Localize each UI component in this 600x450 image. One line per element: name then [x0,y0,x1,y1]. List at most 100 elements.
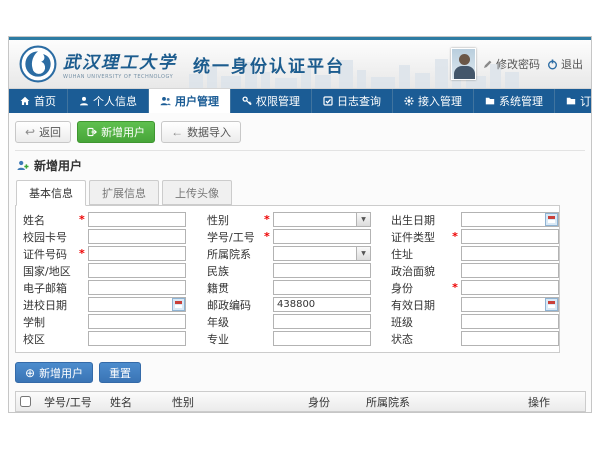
table-col-name: 姓名 [106,394,168,410]
postal-code-input[interactable] [273,297,371,312]
nav-item-system-mgmt[interactable]: 系统管理 [474,89,555,113]
campus-card-no-input-wrap [88,229,186,244]
table-col-identity: 身份 [304,394,362,410]
submit-add-user-button[interactable]: ⊕ 新增用户 [15,362,93,383]
basic-info-form: 姓名*性别*▼出生日期校园卡号学号/工号*证件类型*证件号码*所属院系▼住址国家… [15,205,560,353]
table-col-department: 所属院系 [362,394,524,410]
email-input-wrap [88,280,186,295]
change-password-link[interactable]: 修改密码 [483,56,540,72]
academic-length-input[interactable] [88,314,186,329]
tab-upload-avatar[interactable]: 上传头像 [162,180,232,205]
campus-card-no-input[interactable] [88,229,186,244]
major-input-wrap [273,331,371,346]
identity-input[interactable] [461,280,559,295]
logout-link[interactable]: 退出 [547,56,583,72]
nav-item-label: 首页 [34,93,56,109]
field-id-type: 证件类型* [384,229,559,245]
nav-item-permission-mgmt[interactable]: 权限管理 [231,89,312,113]
nav-item-label: 接入管理 [418,93,462,109]
id-number-input[interactable] [88,246,186,261]
id-type-input[interactable] [461,229,559,244]
student-staff-id-label: 学号/工号 [207,229,264,245]
grade-label: 年级 [207,314,264,330]
nav-item-log-query[interactable]: 日志查询 [312,89,393,113]
add-user-toolbar-button[interactable]: 新增用户 [77,121,155,143]
back-button[interactable]: ↩ 返回 [15,121,71,143]
field-name: 姓名* [16,212,200,228]
class-input[interactable] [461,314,559,329]
required-asterisk: * [79,213,88,226]
table-col-gender: 性别 [168,394,304,410]
calendar-icon[interactable] [545,213,558,226]
id-type-label: 证件类型 [391,229,452,245]
university-logo-icon [19,45,57,83]
nav-item-label: 权限管理 [256,93,300,109]
address-label: 住址 [391,246,452,262]
country-region-input[interactable] [88,263,186,278]
field-country-region: 国家/地区 [16,263,200,279]
nav-item-label: 个人信息 [93,93,137,109]
nav-item-profile[interactable]: 个人信息 [68,89,149,113]
folder-icon [566,96,576,106]
plus-circle-icon: ⊕ [25,367,35,379]
nav-item-access-mgmt[interactable]: 接入管理 [393,89,474,113]
tab-label: 扩展信息 [102,187,146,200]
nav-item-subscription-mgmt[interactable]: 订阅管理 [555,89,592,113]
enroll-date-label: 进校日期 [23,297,79,313]
name-input-wrap [88,212,186,227]
grade-input[interactable] [273,314,371,329]
user-avatar[interactable] [451,48,476,80]
birth-date-label: 出生日期 [391,212,452,228]
campus-label: 校区 [23,331,79,347]
native-place-input[interactable] [273,280,371,295]
form-row: 国家/地区民族政治面貌 [16,262,559,279]
campus-input[interactable] [88,331,186,346]
field-enroll-date: 进校日期 [16,297,200,313]
grade-input-wrap [273,314,371,329]
field-valid-date: 有效日期 [384,297,559,313]
field-campus-card-no: 校园卡号 [16,229,200,245]
ethnicity-input[interactable] [273,263,371,278]
data-import-button[interactable]: ← 数据导入 [161,121,241,143]
select-all-checkbox[interactable] [20,396,31,407]
ethnicity-label: 民族 [207,263,264,279]
birth-date-input-wrap [461,212,559,227]
field-id-number: 证件号码* [16,246,200,262]
key-icon [242,96,252,106]
nav-item-label: 用户管理 [175,93,219,109]
main-nav: 首页 个人信息 用户管理 权限管理日志查询 接入管理系统管理订阅管理 [9,89,591,113]
log-icon [323,96,333,106]
ethnicity-input-wrap [273,263,371,278]
toolbar: ↩ 返回 新增用户 ← 数据导入 [15,117,585,151]
status-input[interactable] [461,331,559,346]
tab-extended-info[interactable]: 扩展信息 [89,180,159,205]
dropdown-arrow-icon[interactable]: ▼ [356,247,370,260]
reset-button-label: 重置 [109,365,131,381]
email-label: 电子邮箱 [23,280,79,296]
academic-length-input-wrap [88,314,186,329]
field-academic-length: 学制 [16,314,200,330]
section-title: 新增用户 [34,157,82,174]
field-class: 班级 [384,314,559,330]
field-ethnicity: 民族 [200,263,384,279]
major-input[interactable] [273,331,371,346]
field-department: 所属院系▼ [200,246,384,262]
address-input[interactable] [461,246,559,261]
field-student-staff-id: 学号/工号* [200,229,384,245]
postal-code-label: 邮政编码 [207,297,264,313]
nav-item-user-mgmt[interactable]: 用户管理 [149,89,231,113]
tab-basic-info[interactable]: 基本信息 [16,180,86,206]
email-input[interactable] [88,280,186,295]
native-place-label: 籍贯 [207,280,264,296]
calendar-icon[interactable] [545,298,558,311]
nav-item-home[interactable]: 首页 [9,89,68,113]
political-status-input[interactable] [461,263,559,278]
student-staff-id-input[interactable] [273,229,371,244]
required-asterisk: * [79,247,88,260]
calendar-icon[interactable] [172,298,185,311]
table-col-actions: 操作 [524,394,585,410]
reset-button[interactable]: 重置 [99,362,141,383]
name-input[interactable] [88,212,186,227]
home-icon [20,96,30,106]
dropdown-arrow-icon[interactable]: ▼ [356,213,370,226]
